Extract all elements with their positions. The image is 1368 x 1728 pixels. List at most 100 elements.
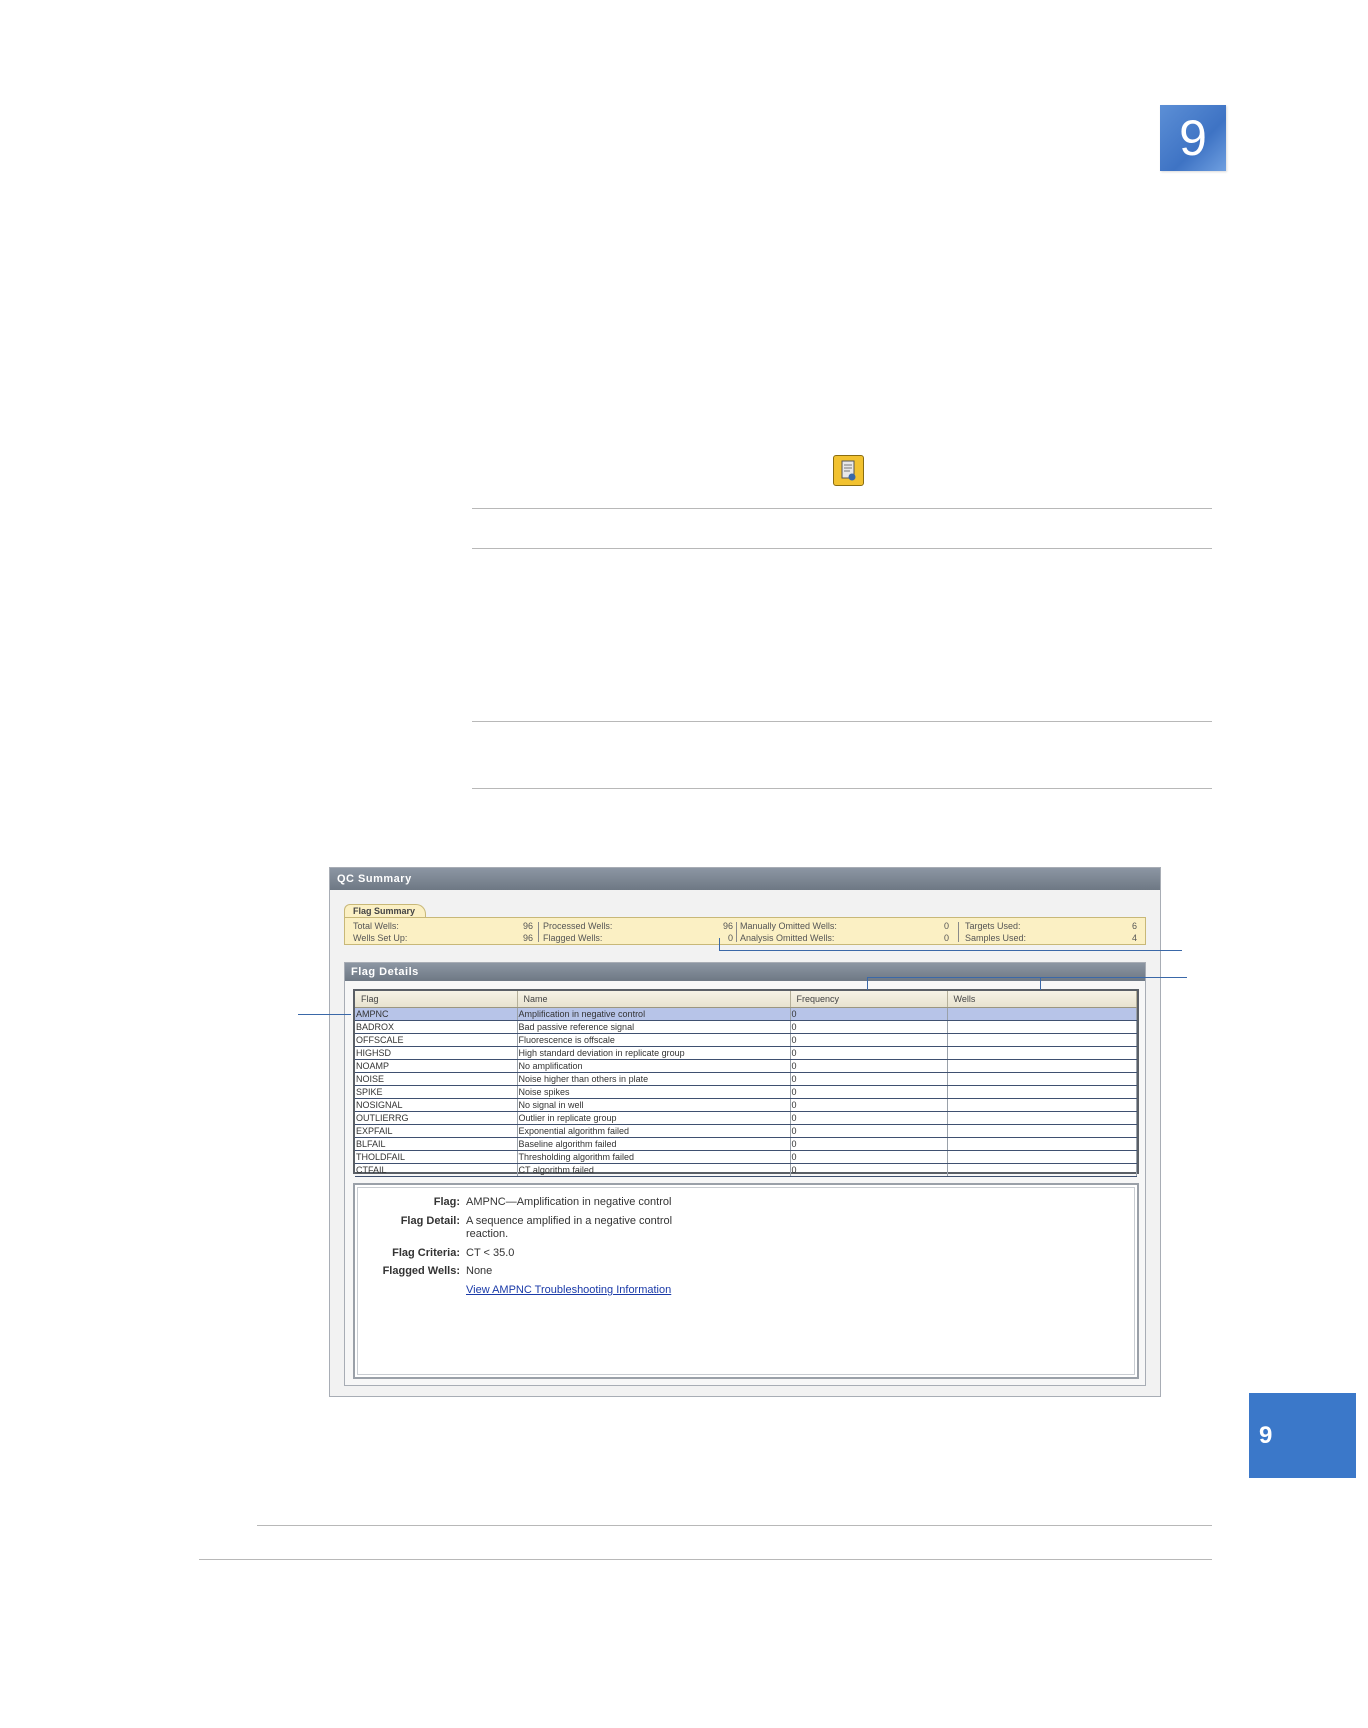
footer-rule-1 [257,1525,1212,1526]
wells-cell [947,1020,1137,1034]
flag-table-row[interactable]: OFFSCALE Fluorescence is offscale 0 [355,1033,1137,1047]
flag-table-row[interactable]: NOSIGNAL No signal in well 0 [355,1098,1137,1112]
summary-separator [958,922,959,942]
column-header-name[interactable]: Name [517,991,791,1008]
wells-cell [947,1124,1137,1138]
column-header-frequency[interactable]: Frequency [790,991,948,1008]
flag-table-row[interactable]: BLFAIL Baseline algorithm failed 0 [355,1137,1137,1151]
flag-details-panel: Flag Details Flag Name Frequency Wells A… [344,962,1146,1386]
frequency-cell: 0 [790,1150,948,1164]
manually-omitted-row: Manually Omitted Wells: 0 [740,920,949,932]
flag-cell: HIGHSD [355,1046,518,1060]
divider-1 [472,508,1212,509]
flag-table: Flag Name Frequency Wells AMPNC Amplifica… [355,991,1137,1177]
wells-set-up-value: 96 [522,933,533,943]
flag-cell: AMPNC [355,1007,518,1021]
flag-cell: CTFAIL [355,1163,518,1177]
frequency-cell: 0 [790,1163,948,1177]
processed-wells-label: Processed Wells: [543,921,613,931]
frequency-cell: 0 [790,1137,948,1151]
column-header-wells[interactable]: Wells [947,991,1137,1008]
flagged-wells-row: Flagged Wells: 0 [543,932,733,944]
side-tab-number: 9 [1259,1421,1273,1449]
column-header-flag[interactable]: Flag [355,991,518,1008]
flag-cell: OUTLIERRG [355,1111,518,1125]
flag-table-row[interactable]: SPIKE Noise spikes 0 [355,1085,1137,1099]
frequency-cell: 0 [790,1098,948,1112]
name-cell: Noise spikes [517,1085,791,1099]
flag-cell: NOSIGNAL [355,1098,518,1112]
flagged-wells-detail-value: None [466,1265,493,1277]
flag-cell: OFFSCALE [355,1033,518,1047]
wells-cell [947,1072,1137,1086]
flag-table-container: Flag Name Frequency Wells AMPNC Amplifica… [353,989,1139,1177]
wells-cell [947,1046,1137,1060]
wells-cell [947,1085,1137,1099]
flag-summary-col-3: Manually Omitted Wells: 0 Analysis Omitt… [740,920,949,944]
analysis-omitted-label: Analysis Omitted Wells: [740,933,835,943]
wells-set-up-row: Wells Set Up: 96 [353,932,533,944]
flag-cell: BLFAIL [355,1137,518,1151]
wells-cell [947,1059,1137,1073]
targets-used-row: Targets Used: 6 [965,920,1137,932]
flag-table-row[interactable]: NOISE Noise higher than others in plate 0 [355,1072,1137,1086]
divider-2 [472,548,1212,549]
name-cell: High standard deviation in replicate gro… [517,1046,791,1060]
chapter-badge: 9 [1160,105,1226,171]
flag-table-row[interactable]: THOLDFAIL Thresholding algorithm failed 0 [355,1150,1137,1164]
flag-cell: SPIKE [355,1085,518,1099]
flag-label: Flag: [433,1196,460,1208]
flag-summary-col-4: Targets Used: 6 Samples Used: 4 [965,920,1137,944]
total-wells-value: 96 [522,921,533,931]
troubleshooting-link[interactable]: View AMPNC Troubleshooting Information [466,1284,671,1296]
flag-table-row[interactable]: NOAMP No amplification 0 [355,1059,1137,1073]
flag-table-row[interactable]: AMPNC Amplification in negative control 0 [355,1007,1137,1021]
flag-cell: THOLDFAIL [355,1150,518,1164]
divider-4 [472,788,1212,789]
flag-cell: NOAMP [355,1059,518,1073]
flag-table-row[interactable]: CTFAIL CT algorithm failed 0 [355,1163,1137,1177]
flag-table-row[interactable]: HIGHSD High standard deviation in replica… [355,1046,1137,1060]
report-glyph [841,460,856,481]
wells-cell [947,1163,1137,1177]
wells-set-up-label: Wells Set Up: [353,933,408,943]
flag-details-title: Flag Details [345,963,1145,981]
total-wells-label: Total Wells: [353,921,399,931]
samples-used-row: Samples Used: 4 [965,932,1137,944]
manually-omitted-label: Manually Omitted Wells: [740,921,837,931]
frequency-cell: 0 [790,1111,948,1125]
analysis-omitted-row: Analysis Omitted Wells: 0 [740,932,949,944]
flag-criteria-label: Flag Criteria: [392,1247,460,1259]
samples-used-label: Samples Used: [965,933,1027,943]
frequency-cell: 0 [790,1059,948,1073]
name-cell: No signal in well [517,1098,791,1112]
frequency-cell: 0 [790,1124,948,1138]
flag-summary-col-2: Processed Wells: 96 Flagged Wells: 0 [543,920,733,944]
flag-cell: EXPFAIL [355,1124,518,1138]
flag-table-row[interactable]: BADROX Bad passive reference signal 0 [355,1020,1137,1034]
analysis-omitted-value: 0 [943,933,949,943]
flag-value: AMPNC—Amplification in negative control [466,1196,672,1208]
name-cell: Exponential algorithm failed [517,1124,791,1138]
flag-table-row[interactable]: OUTLIERRG Outlier in replicate group 0 [355,1111,1137,1125]
wells-cell [947,1137,1137,1151]
flag-table-row[interactable]: EXPFAIL Exponential algorithm failed 0 [355,1124,1137,1138]
callout-line-flagged-wells-h [719,950,1182,951]
name-cell: Noise higher than others in plate [517,1072,791,1086]
flag-cell: NOISE [355,1072,518,1086]
samples-used-value: 4 [1131,933,1137,943]
callout-line-frequency-v [867,977,868,990]
frequency-cell: 0 [790,1072,948,1086]
frequency-cell: 0 [790,1020,948,1034]
frequency-cell: 0 [790,1007,948,1021]
summary-separator [538,922,539,942]
flag-detail-inner: Flag: AMPNC—Amplification in negative co… [357,1187,1135,1375]
flagged-wells-label: Flagged Wells: [543,933,603,943]
name-cell: Bad passive reference signal [517,1020,791,1034]
callout-line-wells-v [1040,977,1041,990]
qc-summary-window: QC Summary Flag Summary Total Wells: 96 … [329,867,1161,1397]
frequency-cell: 0 [790,1046,948,1060]
flag-summary-tab[interactable]: Flag Summary [344,904,427,918]
footer-rule-2 [199,1559,1212,1560]
name-cell: Outlier in replicate group [517,1111,791,1125]
